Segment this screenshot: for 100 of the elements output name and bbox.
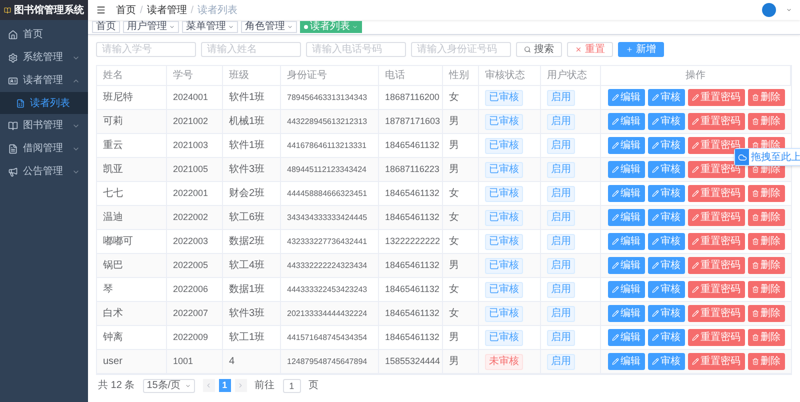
audit-button[interactable]: 审核 xyxy=(648,209,684,226)
search-button[interactable]: 搜索 xyxy=(516,42,562,57)
edit-button[interactable]: 编辑 xyxy=(608,89,644,106)
edit-button[interactable]: 编辑 xyxy=(608,281,644,298)
edit-button[interactable]: 编辑 xyxy=(608,257,644,274)
delete-button[interactable]: 删除 xyxy=(748,233,784,250)
audit-button[interactable]: 审核 xyxy=(648,233,684,250)
chevron-icon[interactable] xyxy=(287,24,293,30)
add-button[interactable]: 新增 xyxy=(618,42,664,57)
reset-button[interactable]: 重置密码 xyxy=(688,305,744,322)
chevron-left-icon xyxy=(205,382,212,389)
reset-button[interactable]: 重置密码 xyxy=(688,185,744,202)
tab[interactable]: 菜单管理 xyxy=(182,21,238,33)
reset-button[interactable]: 重置密码 xyxy=(688,281,744,298)
avatar[interactable] xyxy=(762,3,776,17)
sidebar-item[interactable]: 读者管理 xyxy=(0,69,88,92)
audit-button[interactable]: 审核 xyxy=(648,257,684,274)
reset-button[interactable]: 重置密码 xyxy=(688,353,744,370)
audit-button[interactable]: 审核 xyxy=(648,185,684,202)
edit-button[interactable]: 编辑 xyxy=(608,305,644,322)
table-cell-text: 2022002 xyxy=(173,210,208,224)
trash-icon xyxy=(752,310,758,317)
status-tag: 启用 xyxy=(547,186,575,202)
cloud-icon xyxy=(738,152,746,162)
sidebar-item[interactable]: 系统管理 xyxy=(0,46,88,69)
edit-button[interactable]: 编辑 xyxy=(608,161,644,178)
reset-button[interactable]: 重置密码 xyxy=(688,257,744,274)
logo-icon xyxy=(4,4,11,16)
sidebar-item[interactable]: 公告管理 xyxy=(0,160,88,183)
sidebar-subitem[interactable]: 读者列表 xyxy=(0,92,88,114)
table-cell-text: 女 xyxy=(449,211,459,225)
audit-button[interactable]: 审核 xyxy=(648,281,684,298)
reset-button[interactable]: 重置 xyxy=(567,42,613,57)
breadcrumb-item[interactable]: 读者管理 xyxy=(146,2,187,18)
search-field[interactable]: 请输入电话号码 xyxy=(306,42,406,57)
page-button[interactable]: 1 xyxy=(218,379,231,392)
delete-button[interactable]: 删除 xyxy=(748,305,784,322)
close-icon xyxy=(575,46,582,53)
delete-button[interactable]: 删除 xyxy=(748,257,784,274)
reset-button[interactable]: 重置密码 xyxy=(688,89,744,106)
audit-button[interactable]: 审核 xyxy=(648,89,684,106)
edit-button[interactable]: 编辑 xyxy=(608,137,644,154)
chevron-icon[interactable] xyxy=(228,24,234,30)
trash-icon xyxy=(752,190,758,197)
edit-button[interactable]: 编辑 xyxy=(608,329,644,346)
audit-button[interactable]: 审核 xyxy=(648,329,684,346)
delete-button[interactable]: 删除 xyxy=(748,209,784,226)
goto-label: 前往 xyxy=(254,378,275,393)
edit-button[interactable]: 编辑 xyxy=(608,209,644,226)
page-size-select[interactable]: 15条/页 xyxy=(142,378,195,392)
tab[interactable]: 读者列表 xyxy=(300,21,362,33)
table-cell-text: 15855324444 xyxy=(385,354,440,368)
reset-button[interactable]: 重置密码 xyxy=(688,233,744,250)
delete-button[interactable]: 删除 xyxy=(748,113,784,130)
column-header: 学号 xyxy=(173,69,193,83)
chevron-icon[interactable] xyxy=(169,24,175,30)
audit-button[interactable]: 审核 xyxy=(648,137,684,154)
reset-button[interactable]: 重置密码 xyxy=(688,329,744,346)
edit-button[interactable]: 编辑 xyxy=(608,185,644,202)
edit-button[interactable]: 编辑 xyxy=(608,233,644,250)
menu-icon[interactable] xyxy=(96,5,106,15)
search-field[interactable]: 请输入学号 xyxy=(96,42,196,57)
edit-button[interactable]: 编辑 xyxy=(608,113,644,130)
reset-button[interactable]: 重置密码 xyxy=(688,113,744,130)
sidebar-item[interactable]: 首页 xyxy=(0,23,88,46)
trash-icon xyxy=(752,334,758,341)
audit-button[interactable]: 审核 xyxy=(648,161,684,178)
tab[interactable]: 首页 xyxy=(92,21,120,33)
sidebar-item[interactable]: 借阅管理 xyxy=(0,137,88,160)
tab[interactable]: 用户管理 xyxy=(123,21,179,33)
delete-button[interactable]: 删除 xyxy=(748,329,784,346)
chevron-icon[interactable] xyxy=(352,24,358,30)
audit-button[interactable]: 审核 xyxy=(648,113,684,130)
next-page-button[interactable] xyxy=(234,379,247,392)
column-header: 电话 xyxy=(385,68,405,83)
status-tag: 已审核 xyxy=(485,306,523,322)
audit-button[interactable]: 审核 xyxy=(648,305,684,322)
table-cell-text: 温迪 xyxy=(103,210,123,225)
breadcrumb-item[interactable]: 首页 xyxy=(116,2,136,18)
table-cell-text: 女 xyxy=(449,91,459,105)
reset-button[interactable]: 重置密码 xyxy=(688,209,744,226)
table-cell-text: 2022007 xyxy=(173,306,208,320)
search-field[interactable]: 请输入姓名 xyxy=(201,42,301,57)
tab[interactable]: 角色管理 xyxy=(241,21,297,33)
delete-button[interactable]: 删除 xyxy=(748,185,784,202)
sidebar-item[interactable]: 图书管理 xyxy=(0,114,88,137)
delete-button[interactable]: 删除 xyxy=(748,89,784,106)
delete-button[interactable]: 删除 xyxy=(748,353,784,370)
page-input[interactable]: 1 xyxy=(282,378,301,392)
edit-button[interactable]: 编辑 xyxy=(608,353,644,370)
table-cell-text: 18687116200 xyxy=(385,90,440,104)
previous-page-button[interactable] xyxy=(202,379,215,392)
list-icon xyxy=(16,98,25,108)
reset-button[interactable]: 重置密码 xyxy=(688,161,744,178)
delete-button[interactable]: 删除 xyxy=(748,281,784,298)
search-field[interactable]: 请输入身份证号码 xyxy=(411,42,511,57)
audit-button[interactable]: 审核 xyxy=(648,353,684,370)
caret-icon[interactable] xyxy=(786,7,792,13)
status-tag: 已审核 xyxy=(485,258,523,274)
table-cell: 432333227736432441 xyxy=(287,236,368,248)
